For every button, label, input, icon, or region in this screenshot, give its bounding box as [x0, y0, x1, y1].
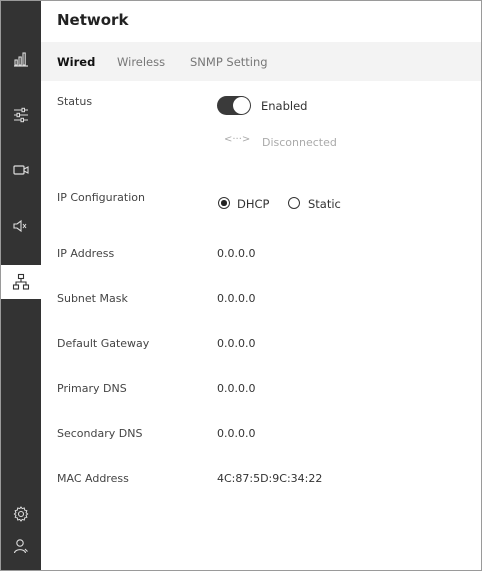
- dhcp-radio[interactable]: [218, 197, 230, 209]
- sidebar: [1, 1, 41, 570]
- mac-address-label: MAC Address: [57, 472, 129, 485]
- nav-statistics[interactable]: [1, 42, 41, 76]
- tab-snmp-setting[interactable]: SNMP Setting: [190, 55, 268, 69]
- status-toggle[interactable]: [217, 96, 251, 115]
- status-label: Status: [57, 95, 93, 108]
- nav-system-settings[interactable]: [1, 497, 41, 531]
- app-window: Network Wired Wireless SNMP Setting Stat…: [0, 0, 482, 571]
- nav-network[interactable]: [1, 265, 41, 299]
- video-camera-icon: [13, 165, 29, 175]
- gear-icon: [13, 506, 29, 522]
- link-disconnected-icon: <···>: [224, 134, 251, 145]
- user-icon: [13, 539, 28, 554]
- toggle-knob: [233, 97, 250, 114]
- static-radio-label[interactable]: Static: [308, 197, 341, 211]
- main-panel: Network Wired Wireless SNMP Setting Stat…: [41, 1, 481, 570]
- nav-settings-sliders[interactable]: [1, 98, 41, 132]
- nav-audio[interactable]: [1, 209, 41, 243]
- connection-status-text: Disconnected: [262, 136, 337, 149]
- nav-user[interactable]: [1, 529, 41, 563]
- tab-wired[interactable]: Wired: [57, 55, 95, 69]
- subnet-mask-label: Subnet Mask: [57, 292, 128, 305]
- subnet-mask-value: 0.0.0.0: [217, 292, 256, 305]
- tab-bar: Wired Wireless SNMP Setting: [41, 42, 481, 81]
- primary-dns-label: Primary DNS: [57, 382, 127, 395]
- nav-video[interactable]: [1, 153, 41, 187]
- secondary-dns-value: 0.0.0.0: [217, 427, 256, 440]
- bar-chart-icon: [14, 52, 28, 67]
- network-icon: [12, 273, 30, 290]
- default-gateway-value: 0.0.0.0: [217, 337, 256, 350]
- dhcp-radio-label[interactable]: DHCP: [237, 197, 269, 211]
- secondary-dns-label: Secondary DNS: [57, 427, 143, 440]
- speaker-icon: [13, 219, 27, 233]
- ip-address-label: IP Address: [57, 247, 115, 260]
- ip-address-value: 0.0.0.0: [217, 247, 256, 260]
- mac-address-value: 4C:87:5D:9C:34:22: [217, 472, 323, 485]
- page-title: Network: [57, 11, 129, 29]
- primary-dns-value: 0.0.0.0: [217, 382, 256, 395]
- status-toggle-label: Enabled: [261, 99, 308, 113]
- tab-wireless[interactable]: Wireless: [117, 55, 165, 69]
- sliders-icon: [14, 107, 28, 123]
- ip-config-label: IP Configuration: [57, 191, 145, 204]
- static-radio[interactable]: [288, 197, 300, 209]
- default-gateway-label: Default Gateway: [57, 337, 150, 350]
